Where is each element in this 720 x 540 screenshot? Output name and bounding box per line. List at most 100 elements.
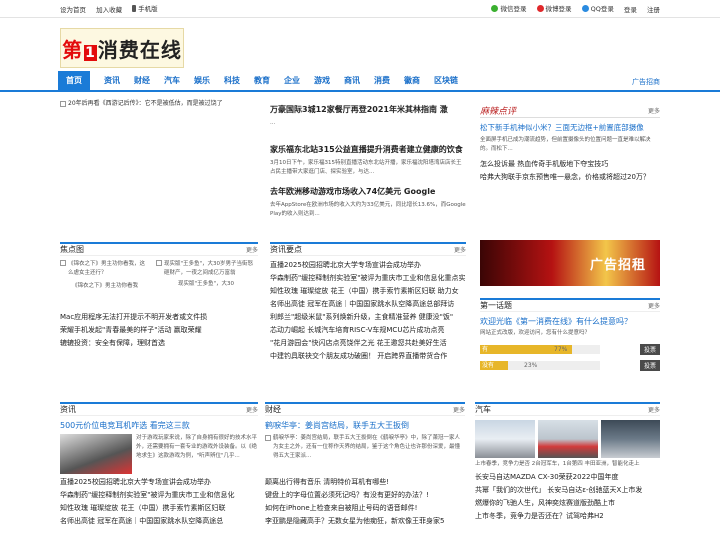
- add-favorite-link[interactable]: 加入收藏: [96, 4, 122, 14]
- headline-title[interactable]: 家乐福东北站315公益直播提升消费者建立健康的饮食: [270, 144, 466, 155]
- logo-prefix: 第: [62, 37, 84, 62]
- broken-image-icon: [60, 260, 66, 266]
- auto-photo[interactable]: [601, 420, 660, 458]
- nav-ad-link[interactable]: 广告招商: [632, 72, 660, 92]
- qq-login[interactable]: QQ登录: [581, 3, 614, 13]
- finance-item[interactable]: 键盘上的字母位置必须死记吗？有没有更好的办法？!: [265, 489, 465, 502]
- auto-caption: 上市春季，竞争力是否 2台冠军车，1台第四 丰田亚洲，智能化走上: [475, 461, 640, 467]
- nav-huishang[interactable]: 徽商: [404, 71, 420, 91]
- poll-more-link[interactable]: 更多: [648, 301, 660, 310]
- hero-image[interactable]: 20年后再看《西游记后传》：它不是被低估，而是被过饶了: [60, 100, 260, 108]
- info-item[interactable]: 中建钓具联袂交个朋友成功破圈！ 开启跨界直播带货合作: [270, 350, 466, 363]
- review-item[interactable]: 哈弗大狗联手京东预售唯一悬念，价格或将超过20万？: [480, 171, 660, 184]
- auto-more-link[interactable]: 更多: [648, 405, 660, 414]
- nav-finance[interactable]: 财经: [134, 71, 150, 91]
- news-lead[interactable]: 500元价位电竞耳机咋选 看完这三款: [60, 420, 258, 431]
- focus-link[interactable]: Mac应用程序无法打开提示不明开发者或文件损: [60, 311, 258, 324]
- info-title: 资讯要点: [270, 245, 302, 254]
- focus-more-link[interactable]: 更多: [246, 245, 258, 254]
- news-item[interactable]: 直播2025校园招聘北京大学专场宣讲会成功举办: [60, 476, 258, 489]
- vote-button[interactable]: 投票: [639, 360, 660, 371]
- finance-panel: 财经 更多 鹤唳华亭：姜尚宫结局，联手五大王扳倒 鹤唳华亭：姜尚宫结局，联手五大…: [265, 402, 465, 528]
- broken-image-icon: [156, 260, 162, 266]
- news-lead-image[interactable]: [60, 434, 132, 474]
- headline-title[interactable]: 万豪国际3城12家餐厅再登2021年米其林指南 潵: [270, 104, 466, 115]
- nav-entertainment[interactable]: 娱乐: [194, 71, 210, 91]
- news-item[interactable]: 华森制药"缓控释制剂实验室"被评为重庆市工业和信息化: [60, 489, 258, 502]
- focus-title: 焦点图: [60, 245, 84, 254]
- headline-summary: ...: [270, 120, 276, 126]
- poll-no-label: 没有: [482, 362, 495, 369]
- news-item[interactable]: 知性玫瑰 璀璨绽放 花王（中国）携手索竹素斯区妇联: [60, 502, 258, 515]
- site-logo[interactable]: 第 1 消费在线: [60, 28, 184, 68]
- finance-title: 财经: [265, 405, 281, 414]
- broken-image-icon: [265, 435, 271, 441]
- news-more-link[interactable]: 更多: [246, 405, 258, 414]
- focus-link[interactable]: 辘辘投资：安全有保障，理财首选: [60, 337, 258, 350]
- news-item[interactable]: 名师出高徒 冠军在高途｜中国国家跳水队空降高途总: [60, 515, 258, 528]
- nav-games[interactable]: 游戏: [314, 71, 330, 91]
- auto-photos: [475, 420, 660, 458]
- headline-title[interactable]: 去年欧洲移动游戏市场收入74亿美元 Google: [270, 186, 466, 197]
- poll-panel: 第一话题 更多 欢迎光临《第一消费在线》有什么提意吗？ 网站正式改版，欢迎访问，…: [480, 298, 660, 371]
- finance-item[interactable]: 颠离出行得有音乐 清明特价耳机有哪些!: [265, 476, 465, 489]
- info-more-link[interactable]: 更多: [454, 245, 466, 254]
- main-nav: 首页 资讯 财经 汽车 娱乐 科技 教育 企业 游戏 商讯 消费 徽商 区块链 …: [0, 71, 720, 92]
- info-item[interactable]: 直播2025校园招聘北京大学专场宣讲会成功举办: [270, 259, 466, 272]
- nav-enterprise[interactable]: 企业: [284, 71, 300, 91]
- info-item[interactable]: 知性玫瑰 璀璨绽放 花王（中国）携手索竹素斯区妇联 助力女: [270, 285, 466, 298]
- wechat-login[interactable]: 微信登录: [491, 3, 526, 13]
- finance-lead[interactable]: 鹤唳华亭：姜尚宫结局，联手五大王扳倒: [265, 420, 465, 431]
- login-link[interactable]: 登录: [624, 4, 637, 14]
- focus-panel: 焦点图 更多 《锦衣之下》男主功你看我，这么虐女主还行？ 《锦衣之下》男主功你看…: [60, 242, 258, 350]
- nav-blockchain[interactable]: 区块链: [434, 71, 458, 91]
- nav-news[interactable]: 资讯: [104, 71, 120, 91]
- review-lead[interactable]: 松下新手机神似小米？三面无边框+前置底部摄像: [480, 122, 660, 133]
- focus-item[interactable]: 《锦衣之下》男主功你看我，这么虐女主还行？ 《锦衣之下》男主功你看我: [60, 260, 150, 291]
- review-item[interactable]: 怎么投诉最 热血传奇手机版地下夺宝技巧: [480, 158, 660, 171]
- headline-summary: 3月10日下午，家乐福315特别直播活动东北站开播，家乐福沈阳塔湾店店长王占民主…: [270, 160, 462, 175]
- info-panel: 资讯要点 更多 直播2025校园招聘北京大学专场宣讲会成功举办 华森制药"缓控释…: [270, 242, 466, 363]
- auto-item[interactable]: 长安马自达MAZDA CX-30荣获2022中国年度: [475, 471, 660, 484]
- nav-auto[interactable]: 汽车: [164, 71, 180, 91]
- header: 第 1 消费在线: [0, 18, 720, 74]
- auto-photo[interactable]: [475, 420, 535, 458]
- set-homepage-link[interactable]: 设为首页: [60, 4, 86, 14]
- poll-option-yes: 有 77% 投票: [480, 344, 660, 355]
- auto-item[interactable]: 燃爆你的飞驰人生，风神奕炫赛道版劲酷上市: [475, 497, 660, 510]
- focus-link[interactable]: 荣耀手机发起"青春最美的样子"活动 赢取荣耀: [60, 324, 258, 337]
- weibo-login[interactable]: 微博登录: [536, 3, 572, 14]
- finance-item[interactable]: 李亚鹏是隐藏高手？无数女星为他痴狂，新欢像王菲身家5: [265, 515, 465, 528]
- weibo-login-label: 微博登录: [545, 5, 572, 14]
- register-link[interactable]: 注册: [647, 4, 660, 14]
- info-item[interactable]: 利郎兰"超级米鼠"系列焕新升级，主食精准营养 健康没"饭": [270, 311, 466, 324]
- ad-banner[interactable]: 广告招租: [480, 240, 660, 286]
- poll-yes-pct: 77%: [554, 346, 568, 353]
- info-item[interactable]: "花月游园会"快闪店点亮饶伴之光 花王邀您共赴美好生活: [270, 337, 466, 350]
- focus-item[interactable]: 现实版"王多鱼"，大30岁男子当街怒砸财产，一夜之间成亿万富翁 现实版"王多鱼"…: [156, 260, 256, 291]
- nav-consumption[interactable]: 消费: [374, 71, 390, 91]
- finance-item[interactable]: 如何在iPhone上检查来自被阻止号码的语音邮件!: [265, 502, 465, 515]
- auto-item[interactable]: 上市冬季，竞争力是否还在？试驾哈弗H2: [475, 510, 660, 523]
- headline-summary: 去年AppStore在欧洲市场的收入大约为33亿美元，同比增长13.6%，而Go…: [270, 202, 466, 217]
- auto-title: 汽车: [475, 405, 491, 414]
- vote-button[interactable]: 投票: [639, 344, 660, 355]
- review-more-link[interactable]: 更多: [648, 106, 660, 115]
- poll-bar-track: 没有 23%: [480, 361, 600, 370]
- finance-more-link[interactable]: 更多: [453, 405, 465, 414]
- info-item[interactable]: 华森制药"缓控释制剂实验室"被评为重庆市工业和信息化重点实: [270, 272, 466, 285]
- nav-education[interactable]: 教育: [254, 71, 270, 91]
- auto-panel: 汽车 更多 上市春季，竞争力是否 2台冠军车，1台第四 丰田亚洲，智能化走上 长…: [475, 402, 660, 523]
- headlines: 万豪国际3城12家餐厅再登2021年米其林指南 潵 ... 家乐福东北站315公…: [270, 104, 466, 219]
- mobile-version-link[interactable]: 手机版: [132, 3, 158, 13]
- info-item[interactable]: 芯动力崛起 长城汽车培育RISC-V车规MCU芯片成功点亮: [270, 324, 466, 337]
- focus-image-caption: 现实版"王多鱼"，大30岁男子当街怒砸财产，一夜之间成亿万富翁: [164, 261, 254, 276]
- auto-item[interactable]: 共幂「我们的次世代」 长安马自达ε-创驰蓝天X上市发: [475, 484, 660, 497]
- top-bar: 设为首页 加入收藏 手机版 微信登录 微博登录 QQ登录 登录 注册: [0, 0, 720, 18]
- nav-business[interactable]: 商讯: [344, 71, 360, 91]
- nav-tech[interactable]: 科技: [224, 71, 240, 91]
- weibo-icon: [536, 4, 544, 12]
- auto-photo[interactable]: [538, 420, 598, 458]
- nav-home[interactable]: 首页: [58, 71, 90, 91]
- info-item[interactable]: 名师出高徒 冠军在高途｜中国国家跳水队空降高途总部拜访: [270, 298, 466, 311]
